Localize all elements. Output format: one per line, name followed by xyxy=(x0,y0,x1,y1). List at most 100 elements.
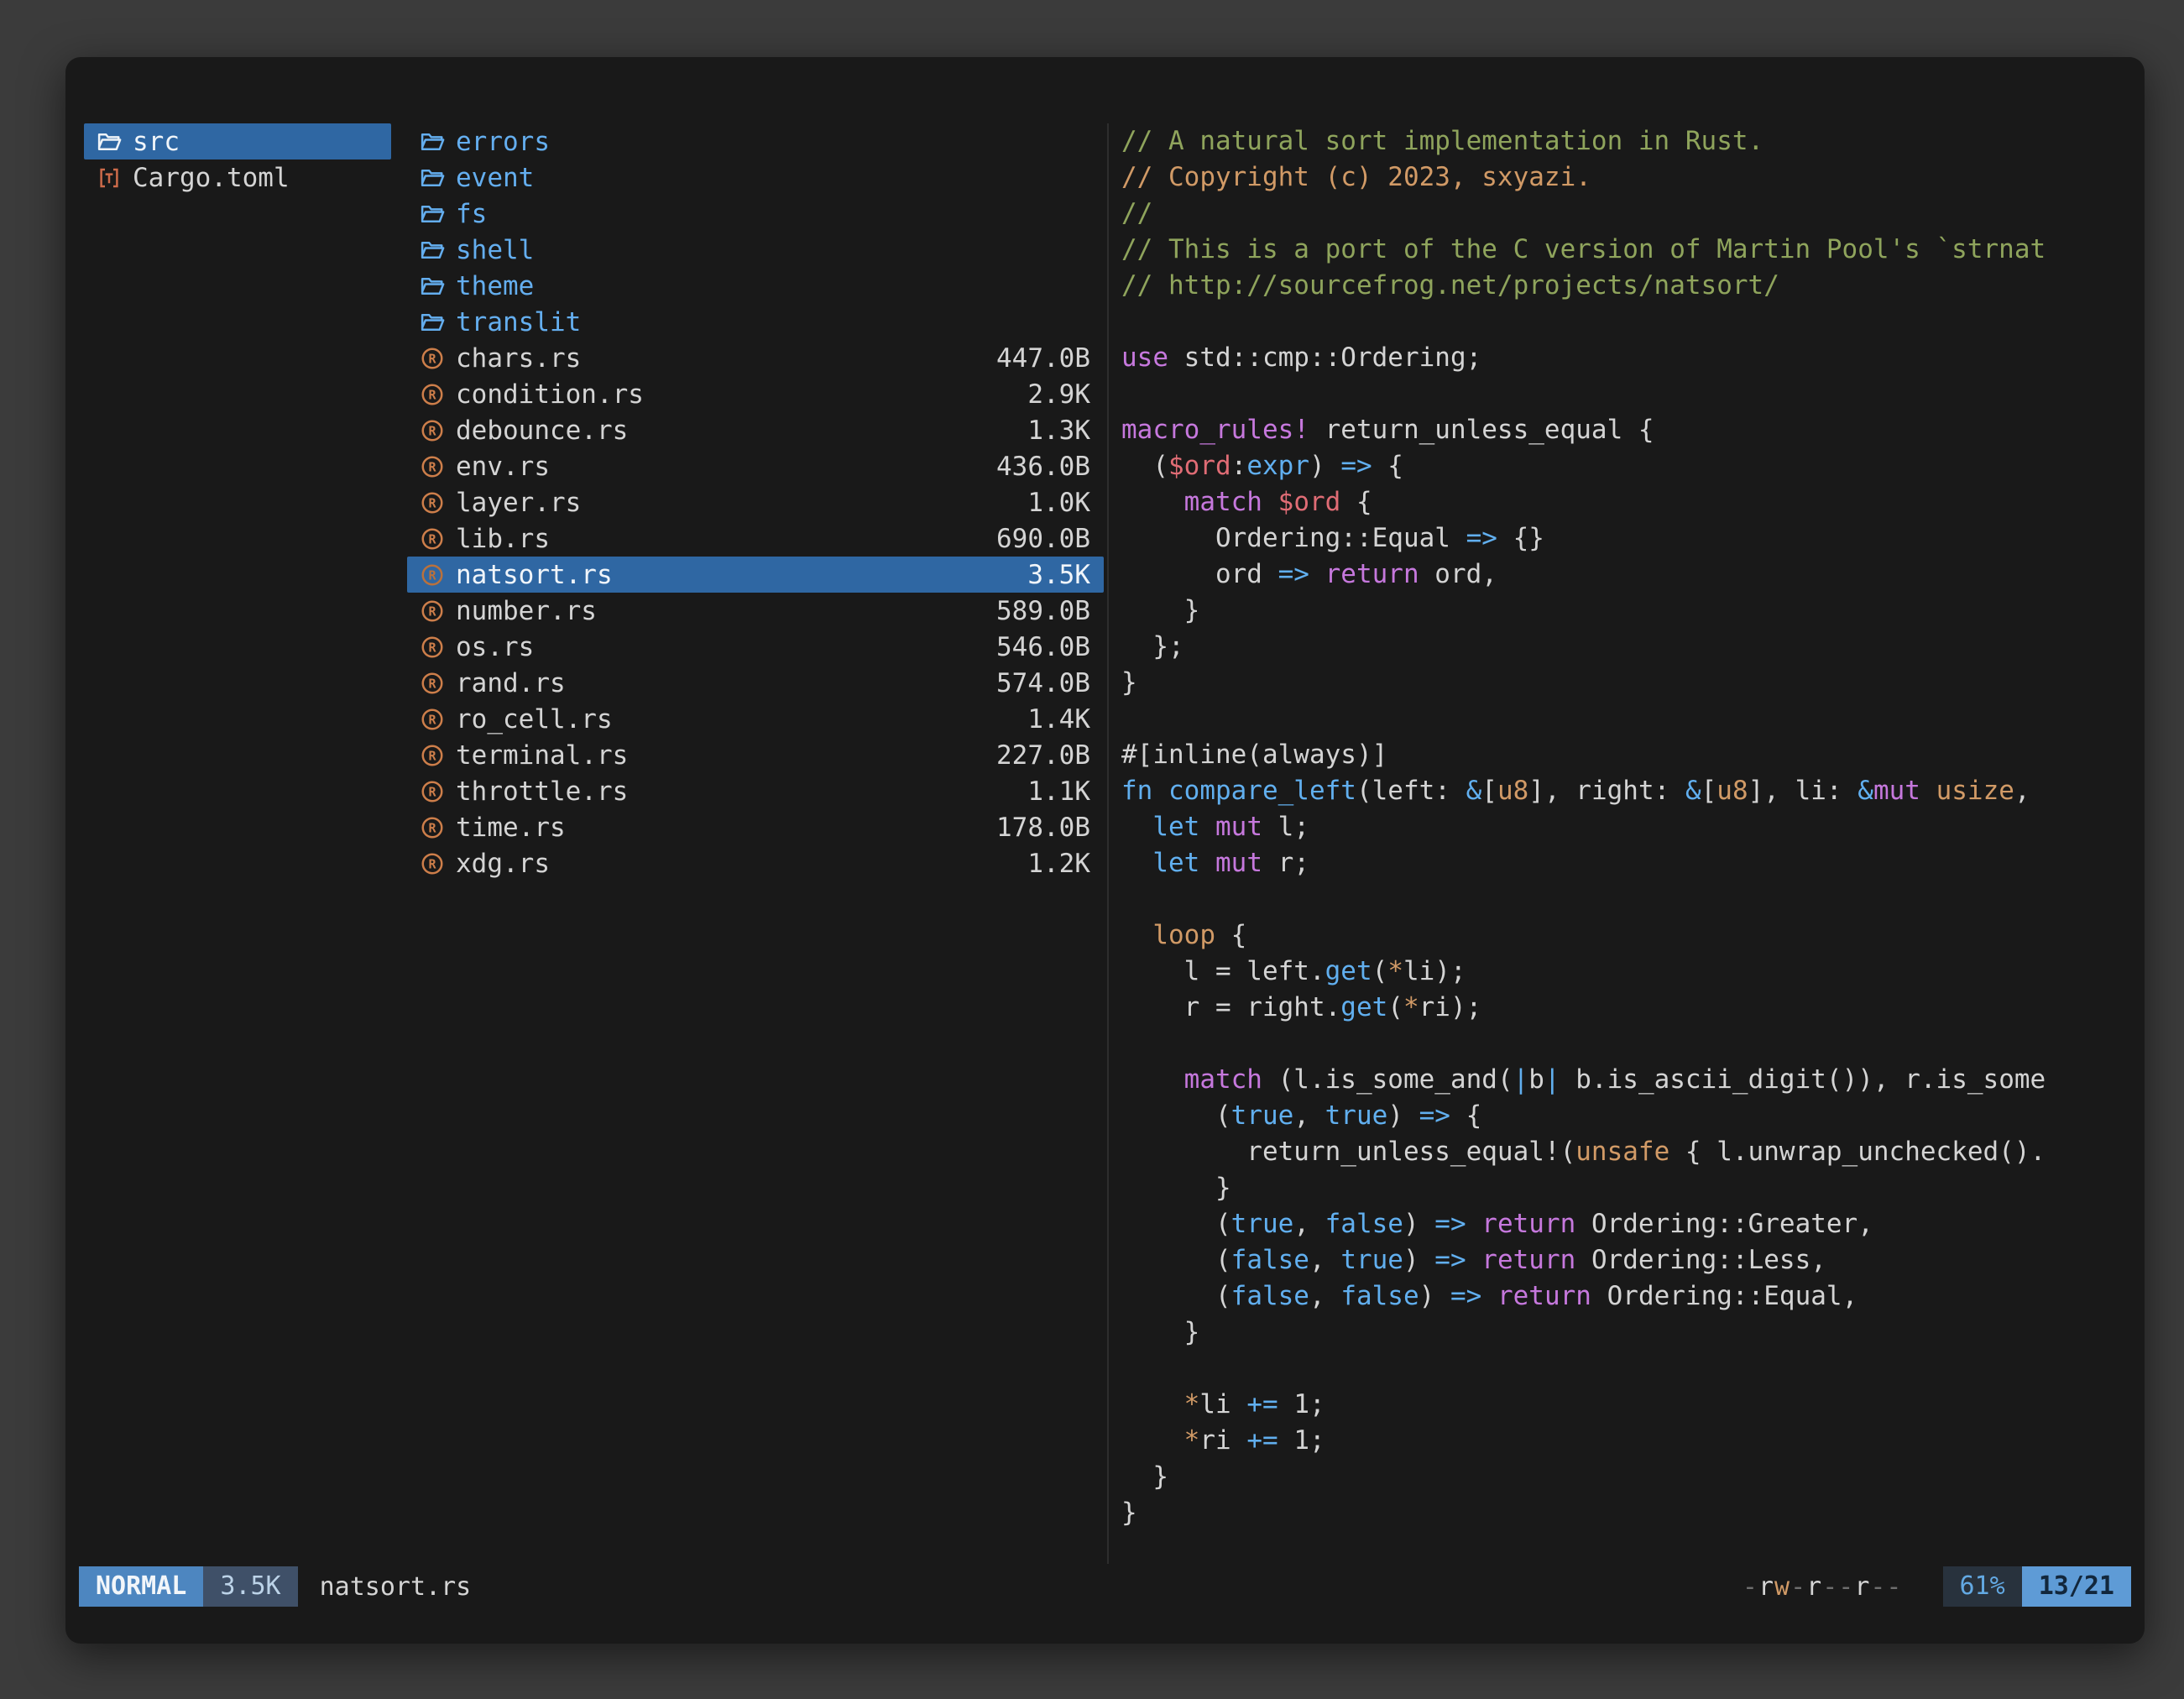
screen-background: srcCargo.toml errorseventfsshellthemetra… xyxy=(0,0,2184,1699)
rust-icon: R xyxy=(419,453,446,480)
code-line xyxy=(1121,376,2116,412)
folder-icon xyxy=(419,309,446,336)
file-row[interactable]: Rnatsort.rs 3.5K xyxy=(407,557,1104,593)
code-line: // A natural sort implementation in Rust… xyxy=(1121,123,2116,159)
mode-badge: NORMAL xyxy=(79,1566,203,1607)
dir-name: theme xyxy=(456,271,1090,301)
file-name: ro_cell.rs xyxy=(456,704,1017,734)
file-size: 3.5K xyxy=(1027,560,1090,590)
folder-icon xyxy=(419,128,446,155)
file-row[interactable]: Rterminal.rs227.0B xyxy=(407,737,1104,773)
code-line: // xyxy=(1121,196,2116,232)
file-row[interactable]: Rdebounce.rs1.3K xyxy=(407,412,1104,448)
dir-row[interactable]: src xyxy=(84,123,391,159)
file-row[interactable]: Rlayer.rs1.0K xyxy=(407,484,1104,520)
file-name: rand.rs xyxy=(456,668,986,698)
code-line xyxy=(1121,701,2116,737)
svg-text:R: R xyxy=(428,387,436,402)
file-row[interactable]: Rthrottle.rs 1.1K xyxy=(407,773,1104,809)
code-line: } xyxy=(1121,593,2116,629)
code-line: (true, false) => return Ordering::Greate… xyxy=(1121,1206,2116,1242)
code-line: // http://sourcefrog.net/projects/natsor… xyxy=(1121,268,2116,304)
dir-name: fs xyxy=(456,199,1090,229)
svg-text:R: R xyxy=(428,423,436,438)
file-name: natsort.rs xyxy=(456,560,1017,590)
file-size: 178.0B xyxy=(996,813,1090,843)
code-line: use std::cmp::Ordering; xyxy=(1121,340,2116,376)
cursor-position-badge: 13/21 xyxy=(2022,1566,2131,1607)
code-line: }; xyxy=(1121,629,2116,665)
rust-icon: R xyxy=(419,489,446,516)
file-name: throttle.rs xyxy=(456,776,1017,807)
file-row[interactable]: Cargo.toml xyxy=(84,159,391,196)
status-bar: NORMAL 3.5K natsort.rs -rw-r--r-- 61% 13… xyxy=(79,1566,2131,1607)
rust-icon: R xyxy=(419,814,446,841)
code-line xyxy=(1121,881,2116,917)
svg-text:R: R xyxy=(428,748,436,763)
file-row[interactable]: Rlib.rs690.0B xyxy=(407,520,1104,557)
file-name: number.rs xyxy=(456,596,986,626)
svg-text:R: R xyxy=(428,604,436,619)
code-line: *li += 1; xyxy=(1121,1387,2116,1423)
file-name: lib.rs xyxy=(456,524,986,554)
pane-divider xyxy=(1107,123,1109,1564)
code-line: // This is a port of the C version of Ma… xyxy=(1121,232,2116,268)
file-name: xdg.rs xyxy=(456,849,1017,879)
rust-icon: R xyxy=(419,850,446,877)
file-row[interactable]: Rtime.rs 178.0B xyxy=(407,809,1104,845)
file-size: 1.1K xyxy=(1027,776,1090,807)
svg-text:R: R xyxy=(428,495,436,510)
code-line: } xyxy=(1121,1459,2116,1495)
svg-text:R: R xyxy=(428,856,436,871)
rust-icon: R xyxy=(419,706,446,733)
dir-row[interactable]: errors xyxy=(407,123,1104,159)
file-row[interactable]: Rrand.rs574.0B xyxy=(407,665,1104,701)
dir-row[interactable]: fs xyxy=(407,196,1104,232)
file-size: 2.9K xyxy=(1027,379,1090,410)
file-row[interactable]: Rnumber.rs 589.0B xyxy=(407,593,1104,629)
file-size: 447.0B xyxy=(996,343,1090,374)
code-line: fn compare_left(left: &[u8], right: &[u8… xyxy=(1121,773,2116,809)
file-name: chars.rs xyxy=(456,343,986,374)
code-line: r = right.get(*ri); xyxy=(1121,990,2116,1026)
file-row[interactable]: Rxdg.rs 1.2K xyxy=(407,845,1104,881)
file-name: time.rs xyxy=(456,813,986,843)
svg-text:R: R xyxy=(428,712,436,727)
file-manager-window: srcCargo.toml errorseventfsshellthemetra… xyxy=(65,57,2145,1644)
rust-icon: R xyxy=(419,417,446,444)
file-name: env.rs xyxy=(456,452,986,482)
current-pane: errorseventfsshellthemetranslit Rchars.rs… xyxy=(407,123,1104,881)
svg-text:R: R xyxy=(428,459,436,474)
dir-row[interactable]: event xyxy=(407,159,1104,196)
code-line: } xyxy=(1121,1495,2116,1531)
svg-text:R: R xyxy=(428,640,436,655)
code-line: match (l.is_some_and(|b| b.is_ascii_digi… xyxy=(1121,1062,2116,1098)
code-line: loop { xyxy=(1121,917,2116,954)
code-line xyxy=(1121,1351,2116,1387)
folder-icon xyxy=(419,237,446,264)
svg-text:R: R xyxy=(428,676,436,691)
rust-icon: R xyxy=(419,598,446,625)
file-row[interactable]: Renv.rs436.0B xyxy=(407,448,1104,484)
file-name: debounce.rs xyxy=(456,416,1017,446)
file-size: 1.2K xyxy=(1027,849,1090,879)
file-size: 589.0B xyxy=(996,596,1090,626)
code-line: l = left.get(*li); xyxy=(1121,954,2116,990)
code-line: let mut l; xyxy=(1121,809,2116,845)
folder-icon xyxy=(419,165,446,191)
code-line: return_unless_equal!(unsafe { l.unwrap_u… xyxy=(1121,1134,2116,1170)
code-line: } xyxy=(1121,1315,2116,1351)
rust-icon: R xyxy=(419,778,446,805)
file-row[interactable]: Ros.rs546.0B xyxy=(407,629,1104,665)
file-row[interactable]: Rro_cell.rs1.4K xyxy=(407,701,1104,737)
rust-icon: R xyxy=(419,562,446,588)
code-line: ord => return ord, xyxy=(1121,557,2116,593)
dir-row[interactable]: theme xyxy=(407,268,1104,304)
dir-row[interactable]: shell xyxy=(407,232,1104,268)
dir-row[interactable]: translit xyxy=(407,304,1104,340)
file-row[interactable]: Rcondition.rs2.9K xyxy=(407,376,1104,412)
file-row[interactable]: Rchars.rs447.0B xyxy=(407,340,1104,376)
code-line: let mut r; xyxy=(1121,845,2116,881)
rust-icon: R xyxy=(419,634,446,661)
code-line xyxy=(1121,304,2116,340)
